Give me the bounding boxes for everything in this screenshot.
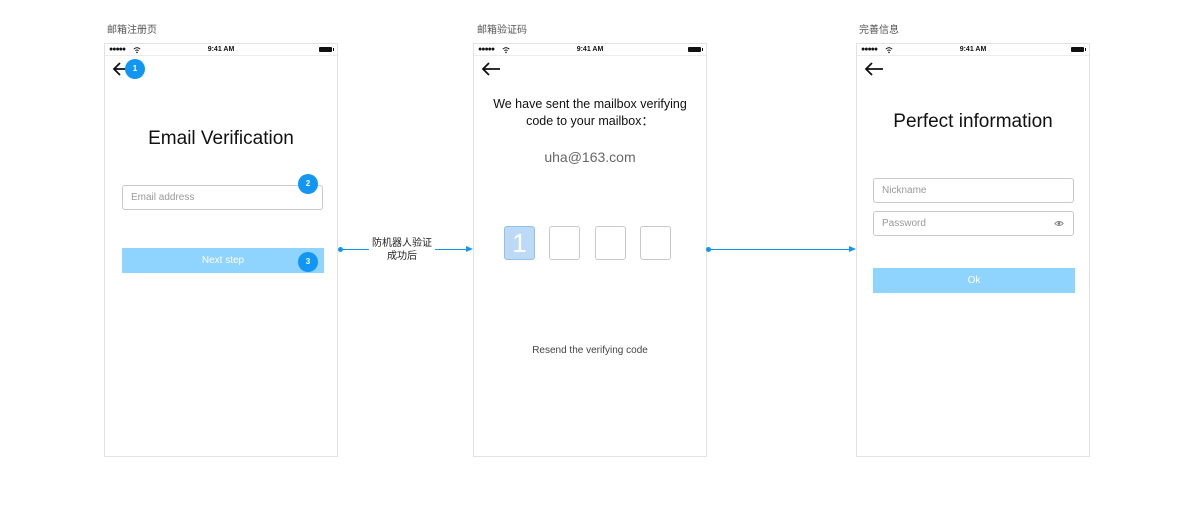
status-bar: ●●●●● 9:41 AM	[857, 44, 1089, 56]
flow-connector-line	[709, 249, 850, 250]
back-arrow-icon[interactable]	[481, 62, 501, 76]
ok-button[interactable]: Ok	[873, 268, 1075, 293]
page-title: Email Verification	[148, 128, 294, 149]
status-time: 9:41 AM	[576, 46, 604, 53]
password-input[interactable]	[873, 211, 1074, 236]
battery-icon	[319, 47, 334, 52]
flow-arrowhead	[849, 246, 856, 252]
status-bar: ●●●●● 9:41 AM	[474, 44, 706, 56]
phone-email-code: ●●●●● 9:41 AM We have sent the mailbox v…	[473, 43, 707, 457]
phone-email-register: ●●●●● 9:41 AM 1 Email Verification 2 Nex…	[104, 43, 338, 457]
eye-icon[interactable]	[1054, 220, 1064, 227]
email-address-input[interactable]	[122, 185, 323, 210]
code-digit-box-2[interactable]	[549, 226, 580, 260]
screen-title-email-register: 邮箱注册页	[107, 25, 157, 36]
annotation-badge-1: 1	[125, 59, 145, 79]
code-digit-box-1[interactable]: 1	[504, 226, 535, 260]
code-digit-box-3[interactable]	[595, 226, 626, 260]
annotation-badge-2: 2	[298, 174, 318, 194]
sent-message: We have sent the mailbox verifying code …	[474, 96, 706, 130]
status-bar: ●●●●● 9:41 AM	[105, 44, 337, 56]
next-step-button[interactable]: Next step	[122, 248, 324, 273]
battery-icon	[1071, 47, 1086, 52]
battery-icon	[688, 47, 703, 52]
back-arrow-icon[interactable]	[864, 62, 884, 76]
page-title: Perfect information	[893, 111, 1053, 132]
target-email: uha@163.com	[544, 149, 636, 165]
flow-condition-label: 防机器人验证 成功后	[369, 237, 435, 263]
flow-label-line1: 防机器人验证	[372, 238, 432, 249]
flow-arrowhead	[466, 246, 473, 252]
resend-code-link[interactable]: Resend the verifying code	[474, 345, 706, 356]
status-time: 9:41 AM	[959, 46, 987, 53]
code-digit-box-4[interactable]	[640, 226, 671, 260]
flow-label-line2: 成功后	[387, 251, 417, 262]
status-time: 9:41 AM	[207, 46, 235, 53]
nickname-input[interactable]	[873, 178, 1074, 203]
sent-message-line1: We have sent the mailbox verifying	[493, 97, 687, 111]
phone-complete-info: ●●●●● 9:41 AM Perfect information Ok	[856, 43, 1090, 457]
sent-message-line2: code to your mailbox：	[526, 114, 654, 128]
screen-title-complete-info: 完善信息	[859, 25, 899, 36]
screen-title-email-code: 邮箱验证码	[477, 25, 527, 36]
annotation-badge-3: 3	[298, 252, 318, 272]
